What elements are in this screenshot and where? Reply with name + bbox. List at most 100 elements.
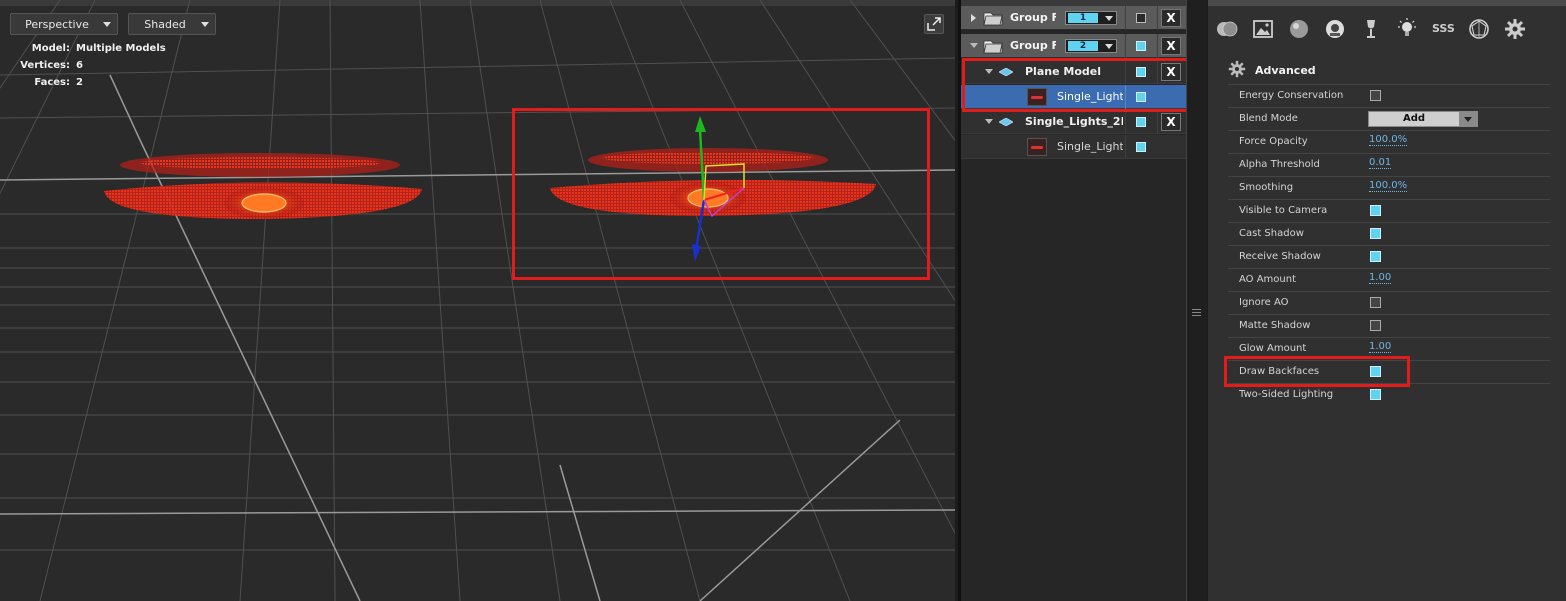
divider xyxy=(1125,85,1126,109)
delete-group-button[interactable]: X xyxy=(1161,9,1181,27)
divider xyxy=(1157,6,1158,30)
collapse-arrow-icon[interactable] xyxy=(985,69,993,74)
material-icon[interactable] xyxy=(1288,18,1310,40)
prop-draw-backfaces: Draw Backfaces xyxy=(1228,360,1550,383)
chevron-down-icon xyxy=(201,22,209,27)
camera-dropdown[interactable]: Perspective xyxy=(10,13,118,35)
group-folder-icon xyxy=(983,40,1003,54)
delete-model-button[interactable]: X xyxy=(1161,113,1181,131)
visibility-checkbox[interactable] xyxy=(1136,13,1146,23)
sss-icon[interactable]: SSS xyxy=(1432,18,1455,40)
blend-mode-dropdown[interactable]: Add xyxy=(1368,111,1478,127)
advanced-section-header[interactable]: Advanced xyxy=(1228,58,1548,82)
prop-label: Two-Sided Lighting xyxy=(1239,389,1334,400)
divider xyxy=(1157,110,1158,134)
model-icon xyxy=(999,118,1013,126)
collapse-arrow-icon[interactable] xyxy=(970,43,978,48)
visibility-checkbox[interactable] xyxy=(1136,117,1146,127)
delete-group-button[interactable]: X xyxy=(1161,37,1181,55)
divider xyxy=(1125,60,1126,84)
settings-icon[interactable] xyxy=(1504,18,1526,40)
visibility-checkbox[interactable] xyxy=(1136,41,1146,51)
prop-label: Cast Shadow xyxy=(1239,228,1304,239)
chevron-down-icon xyxy=(1105,16,1113,21)
divider xyxy=(1125,110,1126,134)
group-number-dropdown[interactable]: 1 xyxy=(1065,11,1117,25)
prop-two-sided-lighting: Two-Sided Lighting xyxy=(1228,383,1550,406)
divider xyxy=(1157,34,1158,58)
3d-viewport[interactable]: Perspective Shaded Model: Multiple Model… xyxy=(0,0,955,601)
stat-row-faces: Faces: 2 xyxy=(18,74,166,91)
prop-label: Alpha Threshold xyxy=(1239,159,1320,170)
divider xyxy=(1125,34,1126,58)
ignore-ao-checkbox[interactable] xyxy=(1370,297,1381,308)
scene-outliner: Group F 1 X Group F 2 X Plane Model X Si… xyxy=(958,0,1189,601)
transform-gizmo[interactable] xyxy=(640,110,780,270)
group-row-2[interactable]: Group F 2 X xyxy=(961,34,1187,58)
stat-key: Vertices: xyxy=(20,60,70,71)
delete-model-button[interactable]: X xyxy=(1161,63,1181,81)
two-sided-lighting-checkbox[interactable] xyxy=(1370,389,1381,400)
model-icon xyxy=(999,68,1013,76)
light-icon[interactable] xyxy=(1396,18,1418,40)
group-number: 2 xyxy=(1068,41,1098,51)
ao-amount-value[interactable]: 1.00 xyxy=(1369,272,1392,284)
environment-icon[interactable] xyxy=(1216,18,1238,40)
prop-label: Ignore AO xyxy=(1239,297,1289,308)
alpha-threshold-value[interactable]: 0.01 xyxy=(1369,157,1392,169)
prop-label: AO Amount xyxy=(1239,274,1297,285)
settings-icon xyxy=(1228,60,1246,78)
stat-key: Model: xyxy=(31,43,70,54)
smoothing-value[interactable]: 100.0% xyxy=(1369,180,1408,192)
splitter-grip-icon[interactable] xyxy=(1192,309,1201,318)
energy-conservation-checkbox[interactable] xyxy=(1370,90,1381,101)
force-opacity-value[interactable]: 100.0% xyxy=(1369,134,1408,146)
expand-arrow-icon[interactable] xyxy=(971,14,976,22)
shading-dropdown[interactable]: Shaded xyxy=(128,13,216,35)
prop-receive-shadow: Receive Shadow xyxy=(1228,245,1550,268)
chevron-down-icon xyxy=(103,22,111,27)
prop-label: Receive Shadow xyxy=(1239,251,1321,262)
visibility-checkbox[interactable] xyxy=(1136,92,1146,102)
group-number-dropdown[interactable]: 2 xyxy=(1065,39,1117,53)
prop-ao-amount: AO Amount 1.00 xyxy=(1228,268,1550,291)
prop-label: Glow Amount xyxy=(1239,343,1307,354)
stat-value: 6 xyxy=(76,60,83,71)
draw-backfaces-checkbox[interactable] xyxy=(1370,366,1381,377)
collapse-arrow-icon[interactable] xyxy=(985,119,993,124)
outliner-item-single-light-selected[interactable]: Single_Light xyxy=(961,85,1187,109)
stat-row-model: Model: Multiple Models xyxy=(18,40,166,57)
glow-amount-value[interactable]: 1.00 xyxy=(1369,341,1392,353)
scene-stats: Model: Multiple Models Vertices: 6 Faces… xyxy=(18,40,166,91)
chevron-down-icon xyxy=(1105,44,1113,49)
maximize-icon xyxy=(927,17,941,31)
group-label: Group F xyxy=(1010,39,1056,52)
group-row-1[interactable]: Group F 1 X xyxy=(961,6,1187,30)
geometry-icon[interactable] xyxy=(1468,18,1490,40)
glass-icon[interactable] xyxy=(1360,18,1382,40)
camera-icon[interactable] xyxy=(1324,18,1346,40)
prop-cast-shadow: Cast Shadow xyxy=(1228,222,1550,245)
outliner-item-plane-model[interactable]: Plane Model X xyxy=(961,60,1187,84)
outliner-item-single-light[interactable]: Single_Light xyxy=(961,135,1187,159)
visible-to-camera-checkbox[interactable] xyxy=(1370,205,1381,216)
prop-force-opacity: Force Opacity 100.0% xyxy=(1228,130,1550,153)
part-label: Single_Light xyxy=(1057,90,1123,103)
stat-row-vertices: Vertices: 6 xyxy=(18,57,166,74)
prop-label: Force Opacity xyxy=(1239,136,1308,147)
prop-label: Visible to Camera xyxy=(1239,205,1328,216)
outliner-item-single-lights-2k[interactable]: Single_Lights_2K X xyxy=(961,110,1187,134)
prop-visible-to-camera: Visible to Camera xyxy=(1228,199,1550,222)
prop-alpha-threshold: Alpha Threshold 0.01 xyxy=(1228,153,1550,176)
cast-shadow-checkbox[interactable] xyxy=(1370,228,1381,239)
visibility-checkbox[interactable] xyxy=(1136,142,1146,152)
visibility-checkbox[interactable] xyxy=(1136,67,1146,77)
part-label: Single_Light xyxy=(1057,140,1123,153)
light-object-left[interactable] xyxy=(100,145,430,225)
panel-splitter[interactable] xyxy=(1186,0,1207,601)
maximize-viewport-button[interactable] xyxy=(924,14,944,34)
image-icon[interactable] xyxy=(1252,18,1274,40)
matte-shadow-checkbox[interactable] xyxy=(1370,320,1381,331)
receive-shadow-checkbox[interactable] xyxy=(1370,251,1381,262)
prop-label: Draw Backfaces xyxy=(1239,366,1320,377)
